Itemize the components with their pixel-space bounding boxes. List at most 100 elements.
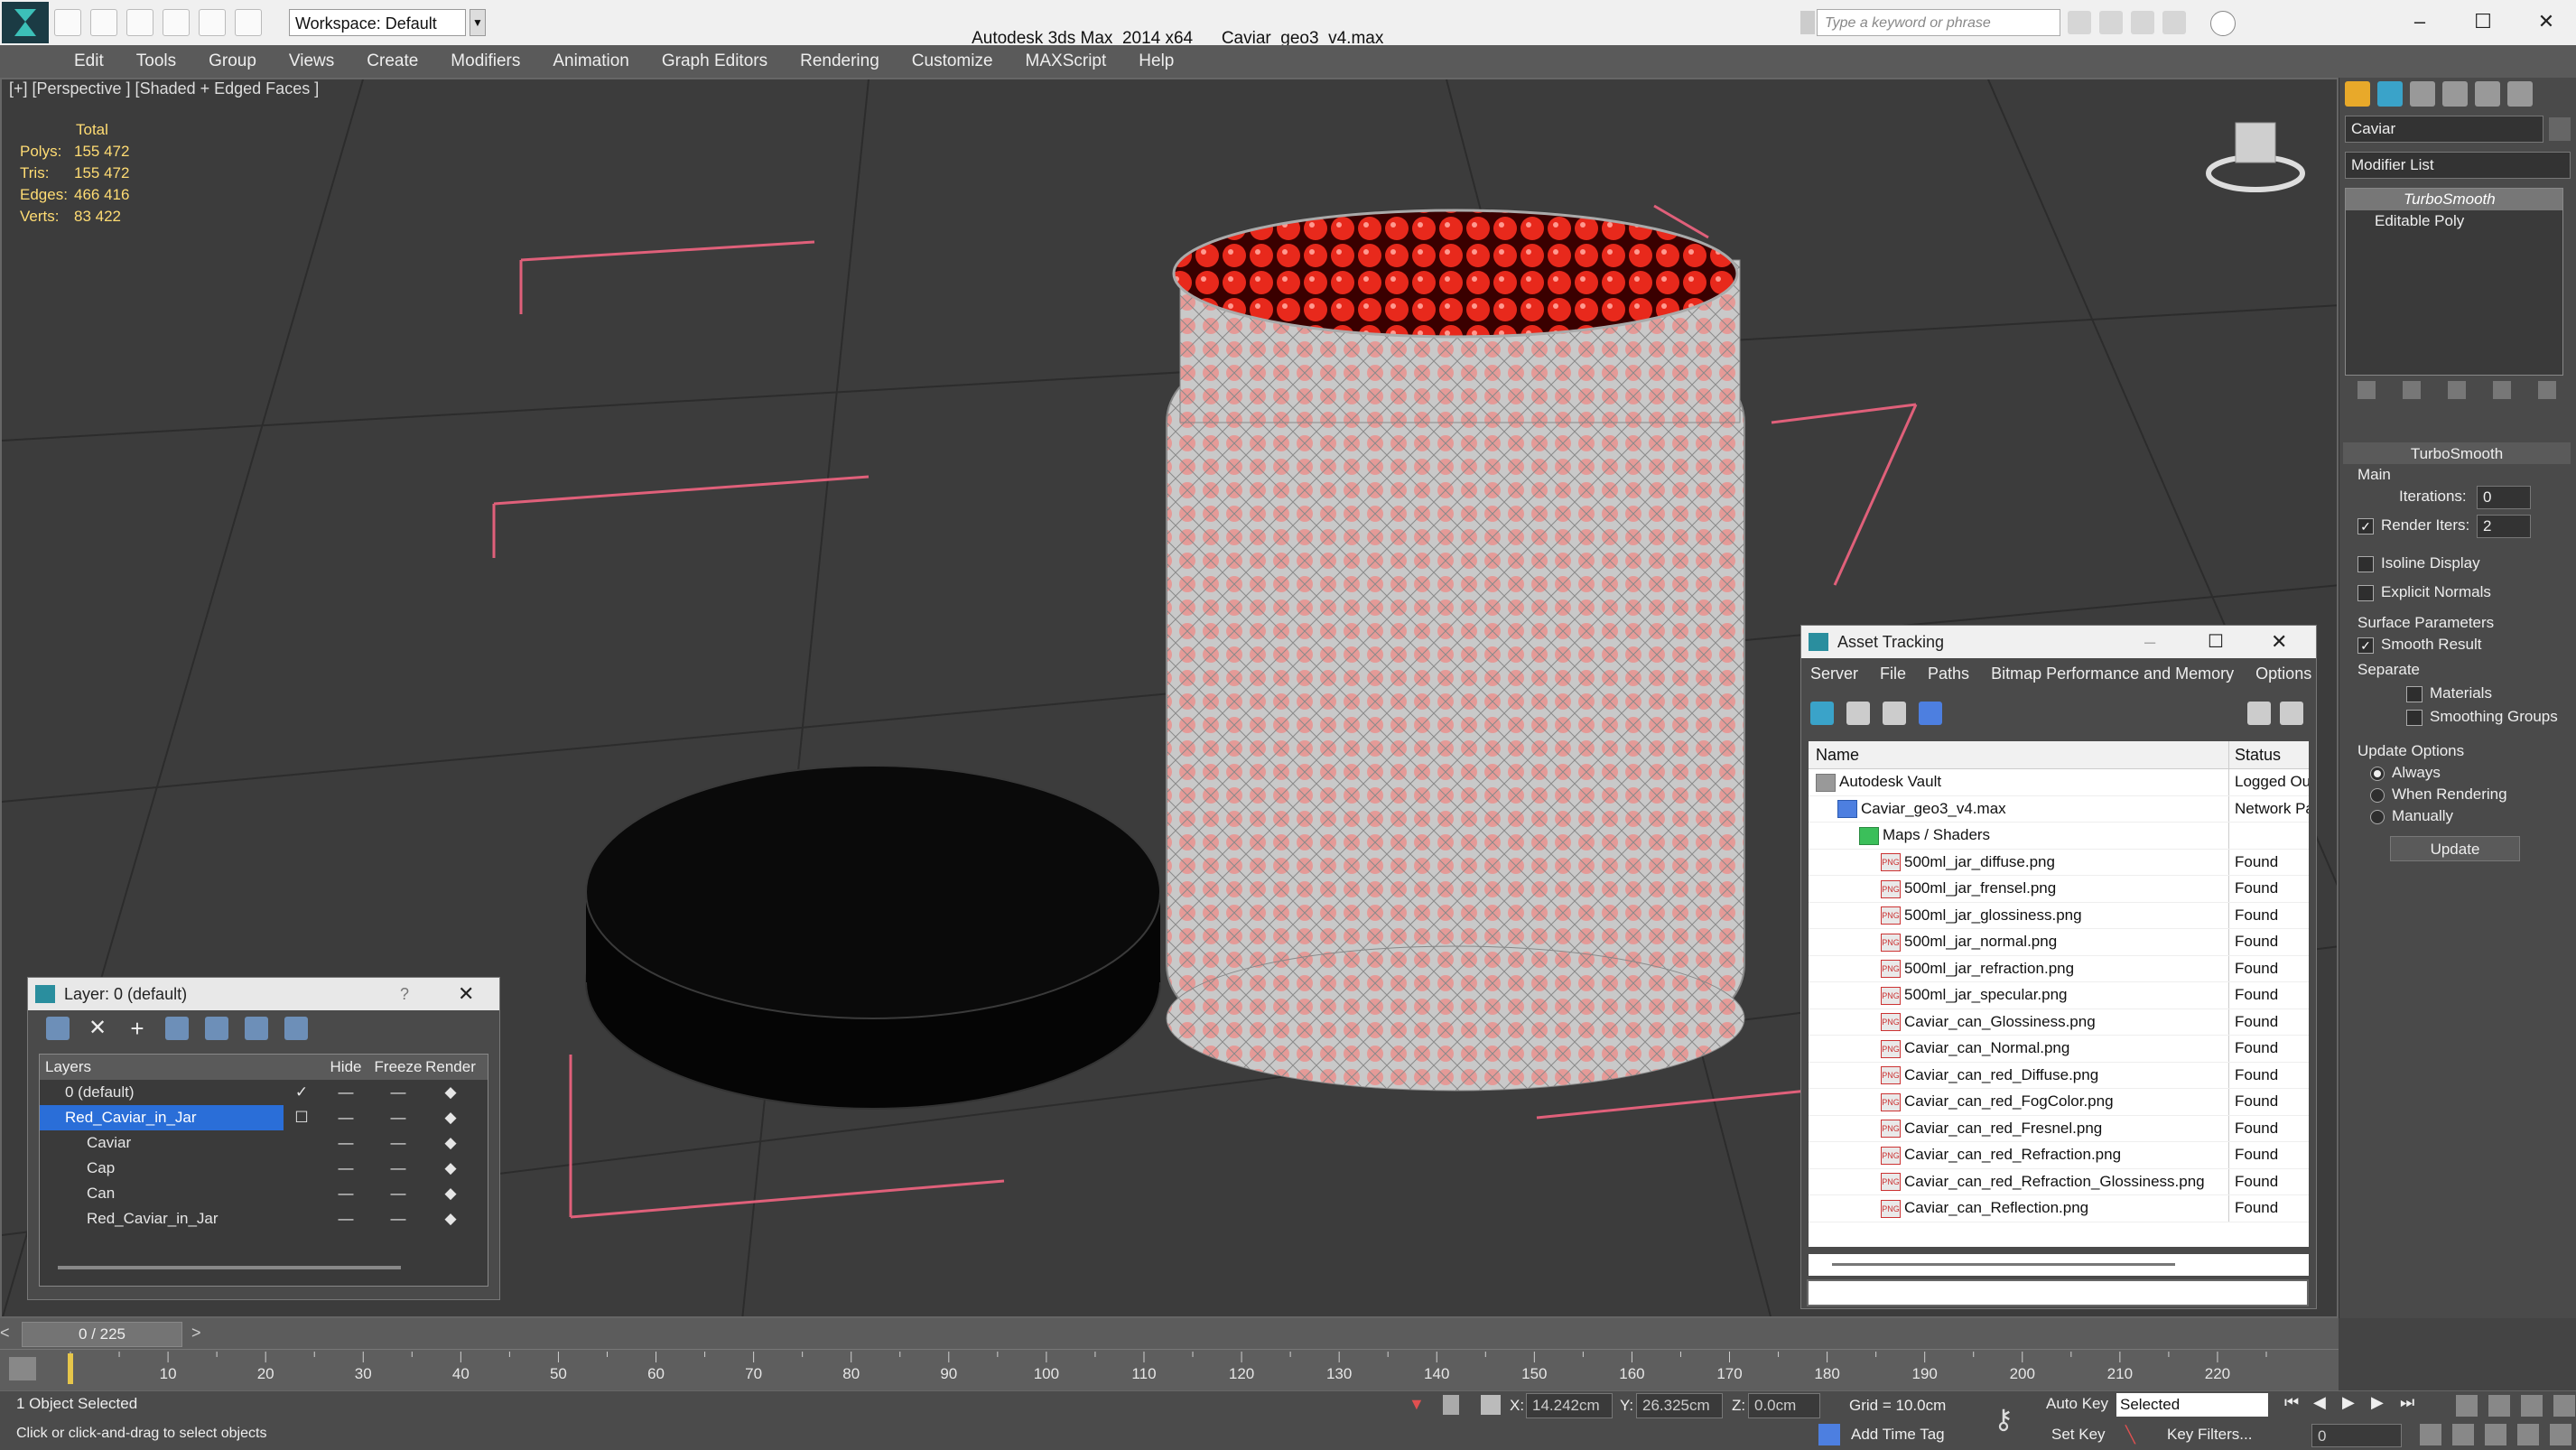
render-teapot-icon[interactable]: ◆ (424, 1130, 477, 1156)
active-checkbox[interactable]: ☐ (284, 1105, 320, 1130)
menu-help[interactable]: Help (1139, 51, 1174, 71)
binoculars-icon[interactable] (2068, 11, 2091, 34)
zoom-extents-all-icon[interactable] (2553, 1395, 2575, 1417)
asset-menu-bitmap[interactable]: Bitmap Performance and Memory (1991, 665, 2234, 683)
freeze-toggle[interactable]: — (372, 1156, 424, 1181)
menu-edit[interactable]: Edit (74, 51, 104, 71)
redo-icon[interactable] (199, 9, 226, 36)
iterations-spinner[interactable]: 0 (2477, 486, 2531, 509)
search-expand-icon[interactable] (1800, 11, 1815, 34)
update-button[interactable]: Update (2390, 836, 2520, 861)
freeze-toggle[interactable]: — (372, 1181, 424, 1206)
menu-customize[interactable]: Customize (912, 51, 993, 71)
freeze-toggle[interactable]: — (372, 1130, 424, 1156)
asset-menu-options[interactable]: Options (2255, 665, 2311, 683)
layer-row[interactable]: Red_Caviar_in_Jar ☐ — — ◆ (40, 1105, 488, 1130)
freeze-toggle[interactable]: — (372, 1105, 424, 1130)
always-radio[interactable] (2370, 766, 2385, 781)
asset-menu-file[interactable]: File (1880, 665, 1906, 683)
hide-toggle[interactable]: — (320, 1080, 372, 1105)
object-color-swatch[interactable] (2549, 117, 2571, 141)
go-to-start-icon[interactable]: ⏮ (2284, 1393, 2304, 1413)
close-icon[interactable]: ✕ (2271, 626, 2287, 658)
display-tab-icon[interactable] (2475, 81, 2500, 107)
field-of-view-icon[interactable] (2452, 1424, 2474, 1445)
save-file-icon[interactable] (126, 9, 153, 36)
show-end-result-icon[interactable] (2403, 381, 2421, 399)
menu-maxscript[interactable]: MAXScript (1026, 51, 1107, 71)
hierarchy-tab-icon[interactable] (2410, 81, 2435, 107)
zoom-extents-icon[interactable] (2521, 1395, 2543, 1417)
time-config-icon[interactable] (2420, 1424, 2441, 1445)
asset-row[interactable]: PNG 500ml_jar_refraction.png Found (1809, 955, 2309, 982)
zoom-icon[interactable] (2456, 1395, 2478, 1417)
freeze-toggle[interactable]: — (372, 1206, 424, 1232)
menu-rendering[interactable]: Rendering (800, 51, 879, 71)
menu-create[interactable]: Create (367, 51, 418, 71)
y-coordinate-field[interactable]: 26.325cm (1636, 1393, 1723, 1418)
select-objects-icon[interactable] (165, 1017, 189, 1040)
object-name-input[interactable]: Caviar (2345, 116, 2543, 143)
configure-sets-icon[interactable] (2538, 381, 2556, 399)
slider-prev-icon[interactable]: < (0, 1324, 20, 1343)
viewcube-icon[interactable] (2205, 116, 2313, 197)
maximize-icon[interactable]: ☐ (2465, 7, 2501, 36)
current-frame-field[interactable]: 0 (2311, 1424, 2402, 1447)
asset-path-field[interactable] (1807, 1279, 2309, 1306)
menu-animation[interactable]: Animation (553, 51, 629, 71)
col-render[interactable]: Render (424, 1055, 477, 1080)
asset-row[interactable]: Caviar_geo3_v4.max Network Path (1809, 795, 2309, 823)
create-layer-icon[interactable] (46, 1017, 70, 1040)
delete-layer-icon[interactable]: ✕ (86, 1017, 109, 1040)
explicit-normals-checkbox[interactable] (2357, 584, 2374, 601)
asset-row[interactable]: PNG 500ml_jar_normal.png Found (1809, 929, 2309, 956)
hide-toggle[interactable]: — (320, 1181, 372, 1206)
modifier-editable-poly[interactable]: Editable Poly (2346, 210, 2562, 232)
asset-menu-paths[interactable]: Paths (1928, 665, 1969, 683)
maximize-icon[interactable]: ☐ (2208, 626, 2224, 658)
set-key-button[interactable]: Set Key (2051, 1426, 2106, 1444)
play-icon[interactable]: ▶ (2342, 1393, 2362, 1413)
highlight-layer-icon[interactable] (205, 1017, 228, 1040)
time-slider-thumb[interactable]: 0 / 225 (22, 1322, 182, 1347)
lock-selection-icon[interactable] (1443, 1395, 1459, 1415)
minimize-icon[interactable]: – (2402, 7, 2438, 36)
smoothing-groups-checkbox[interactable] (2406, 709, 2423, 726)
app-logo-icon[interactable] (2, 2, 49, 43)
pin-stack-icon[interactable] (2357, 381, 2376, 399)
key-filters-button[interactable]: Key Filters... (2167, 1426, 2252, 1444)
asset-window-titlebar[interactable]: Asset Tracking – ☐ ✕ (1801, 626, 2316, 658)
viewport-label[interactable]: [+] [Perspective ] [Shaded + Edged Faces… (9, 79, 319, 98)
z-coordinate-field[interactable]: 0.0cm (1748, 1393, 1820, 1418)
detail-view-icon[interactable] (1883, 702, 1906, 725)
modifier-turbosmooth[interactable]: TurboSmooth (2346, 189, 2562, 210)
modifier-list-dropdown[interactable]: Modifier List (2345, 152, 2571, 179)
undo-icon[interactable] (163, 9, 190, 36)
workspace-dropdown-arrow-icon[interactable]: ▼ (470, 9, 486, 36)
layer-row[interactable]: Can — — ◆ (40, 1181, 488, 1206)
auto-key-button[interactable]: Auto Key (2046, 1395, 2108, 1413)
close-icon[interactable]: ✕ (2528, 7, 2564, 36)
go-to-end-icon[interactable]: ⏭ (2400, 1393, 2420, 1413)
motion-tab-icon[interactable] (2442, 81, 2468, 107)
layer-row[interactable]: Caviar — — ◆ (40, 1130, 488, 1156)
asset-menu-server[interactable]: Server (1810, 665, 1858, 683)
hide-toggle[interactable]: — (320, 1105, 372, 1130)
make-unique-icon[interactable] (2448, 381, 2466, 399)
render-teapot-icon[interactable]: ◆ (424, 1181, 477, 1206)
layer-row[interactable]: Red_Caviar_in_Jar — — ◆ (40, 1206, 488, 1232)
hide-toggle[interactable]: — (320, 1130, 372, 1156)
menu-graph-editors[interactable]: Graph Editors (662, 51, 767, 71)
menu-modifiers[interactable]: Modifiers (451, 51, 520, 71)
asset-row[interactable]: PNG 500ml_jar_glossiness.png Found (1809, 902, 2309, 929)
zoom-all-icon[interactable] (2488, 1395, 2510, 1417)
isoline-checkbox[interactable] (2357, 555, 2374, 572)
set-key-icon[interactable]: ╲ (2125, 1426, 2147, 1444)
col-status[interactable]: Status (2229, 741, 2309, 768)
favorites-star-icon[interactable] (2162, 11, 2186, 34)
modify-tab-icon[interactable] (2377, 81, 2403, 107)
communication-icon[interactable] (2131, 11, 2154, 34)
asset-row[interactable]: PNG 500ml_jar_specular.png Found (1809, 982, 2309, 1009)
absolute-mode-icon[interactable] (1481, 1395, 1501, 1415)
asset-h-scrollbar[interactable] (1809, 1254, 2309, 1276)
